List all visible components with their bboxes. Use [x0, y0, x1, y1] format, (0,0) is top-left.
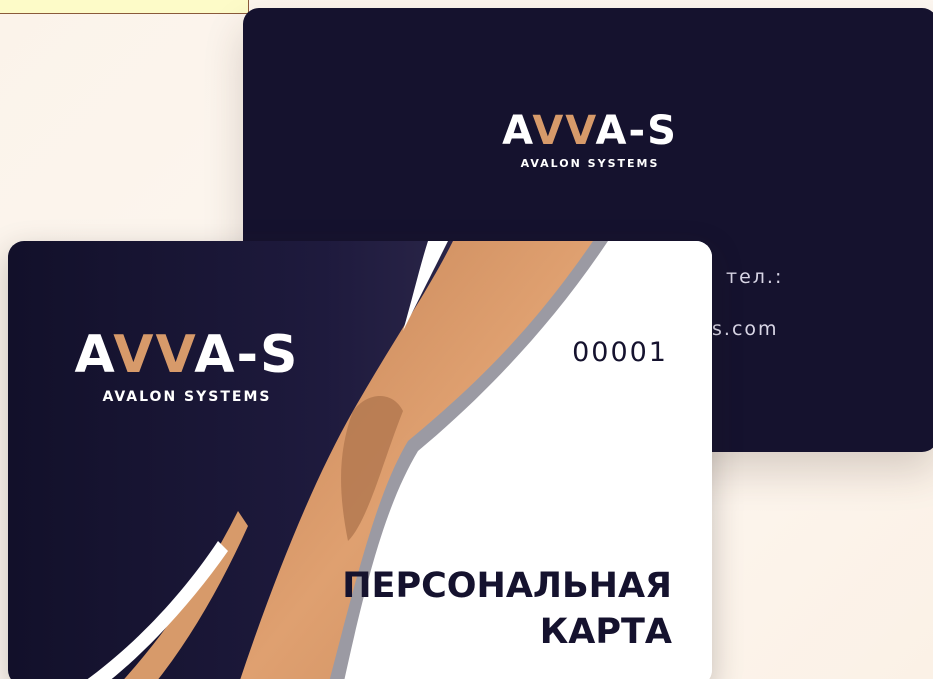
- card-title-line2: КАРТА: [539, 612, 672, 652]
- email-fragment: s.com: [712, 318, 779, 340]
- front-logo: AVVA-S AVALON SYSTEMS: [62, 326, 312, 410]
- wordmark-end: A-S: [194, 325, 300, 385]
- wordmark-end: A-S: [595, 108, 678, 154]
- wordmark-accent: VV: [113, 325, 195, 385]
- card-title: ПЕРСОНАЛЬНАЯ КАРТА: [342, 563, 672, 655]
- back-logo-subtitle: AVALON SYSTEMS: [520, 157, 660, 170]
- back-logo: AVVA-S AVALON SYSTEMS: [495, 108, 685, 174]
- card-number: 00001: [572, 337, 668, 368]
- card-title-line1: ПЕРСОНАЛЬНАЯ: [342, 566, 672, 606]
- wordmark-start: A: [74, 325, 114, 385]
- front-logo-subtitle: AVALON SYSTEMS: [102, 389, 272, 405]
- front-logo-wordmark: AVVA-S: [62, 326, 312, 384]
- back-logo-wordmark: AVVA-S: [495, 108, 685, 154]
- phone-label: тел.:: [726, 266, 784, 288]
- wordmark-accent: VV: [532, 108, 596, 154]
- card-front: AVVA-S AVALON SYSTEMS 00001 ПЕРСОНАЛЬНАЯ…: [8, 241, 712, 679]
- wordmark-start: A: [502, 108, 533, 154]
- tooltip-box: [0, 0, 249, 14]
